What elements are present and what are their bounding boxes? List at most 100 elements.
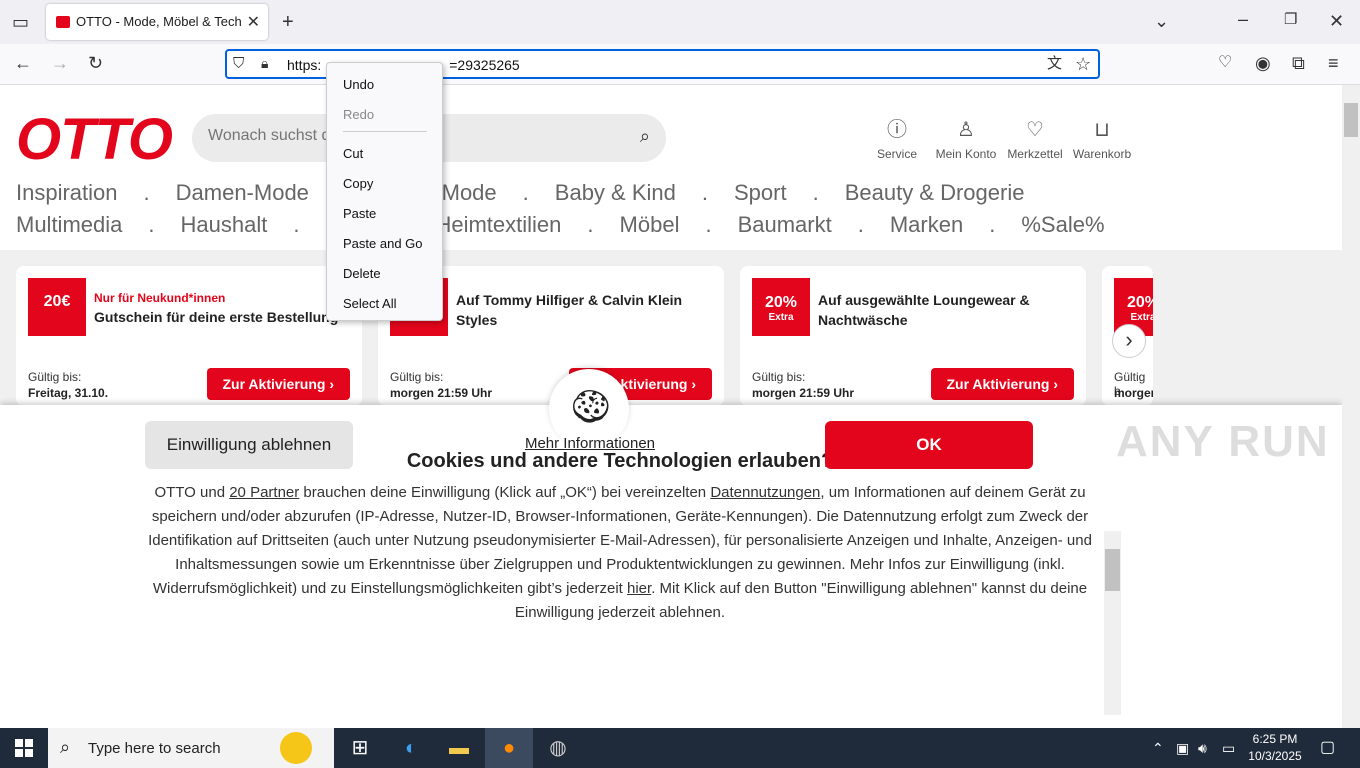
edge-icon[interactable]: ◐ bbox=[387, 728, 435, 768]
promo-carousel: 20€ Nur für Neukund*innen Gutschein für … bbox=[0, 250, 1342, 410]
promo-badge: 20€ bbox=[28, 278, 86, 336]
maximize-icon[interactable]: ❐ bbox=[1284, 12, 1297, 27]
app-icon[interactable]: ◍ bbox=[534, 728, 582, 768]
shield-icon[interactable]: ⛉ bbox=[233, 56, 244, 71]
clock[interactable]: 6:25 PM 10/3/2025 bbox=[1240, 731, 1310, 765]
back-icon[interactable]: ← bbox=[14, 54, 32, 72]
valid-label: Gültig bis: bbox=[390, 370, 444, 384]
menu-undo[interactable]: Undo bbox=[343, 77, 374, 92]
cookie-scrollbar[interactable] bbox=[1104, 531, 1121, 715]
nav-multimedia[interactable]: Multimedia bbox=[16, 212, 122, 238]
firefox-icon[interactable]: ● bbox=[485, 728, 533, 768]
forward-icon[interactable]: → bbox=[51, 54, 69, 72]
nav-baby-kind[interactable]: Baby & Kind bbox=[555, 180, 676, 206]
promo-card[interactable]: 20% Extra Auf ausgewählte Loungewear & Na… bbox=[740, 266, 1086, 406]
data-usage-link[interactable]: Datennutzungen bbox=[710, 484, 820, 501]
activate-button[interactable]: Zur Aktivierung › bbox=[930, 368, 1074, 400]
close-tab-icon[interactable]: ✕ bbox=[247, 12, 260, 32]
task-view-icon[interactable]: ⊞ bbox=[336, 728, 384, 768]
valid-value: morgen 21:59 Uhr bbox=[390, 386, 493, 400]
user-icon: ♙ bbox=[957, 119, 975, 141]
reload-icon[interactable]: ↻ bbox=[88, 54, 103, 72]
partner-link[interactable]: 20 Partner bbox=[229, 484, 299, 501]
info-icon: ⓘ bbox=[887, 119, 907, 141]
cart-link[interactable]: ⊔ Warenkorb bbox=[1067, 119, 1137, 161]
nav-marken[interactable]: Marken bbox=[890, 212, 963, 238]
weather-sun-icon bbox=[280, 732, 312, 764]
menu-copy[interactable]: Copy bbox=[343, 176, 373, 191]
nav-baumarkt[interactable]: Baumarkt bbox=[738, 212, 832, 238]
taskbar-search[interactable]: ⌕ Type here to search bbox=[48, 728, 334, 768]
category-nav-row-1: Inspiration.Damen-Mode.Herren-Mode.Baby … bbox=[16, 180, 1025, 206]
valid-label: Gültig bis: bbox=[28, 370, 82, 384]
menu-redo: Redo bbox=[343, 107, 375, 122]
minimize-icon[interactable]: – bbox=[1238, 10, 1248, 28]
menu-icon[interactable]: ≡ bbox=[1328, 54, 1339, 72]
network-icon[interactable]: ▣ bbox=[1176, 728, 1189, 768]
file-explorer-icon[interactable]: ▬ bbox=[435, 728, 483, 768]
bookmark-star-icon[interactable]: ☆ bbox=[1075, 55, 1091, 73]
wishlist-link[interactable]: ♡ Merkzettel bbox=[1000, 119, 1070, 161]
otto-logo[interactable]: OTTO bbox=[16, 111, 173, 169]
list-all-tabs-icon[interactable]: ⌄ bbox=[1154, 12, 1169, 30]
tab-list-icon[interactable]: ▭ bbox=[12, 13, 29, 31]
nav-moebel[interactable]: Möbel bbox=[620, 212, 680, 238]
otto-favicon bbox=[56, 16, 70, 28]
nav-damen-mode[interactable]: Damen-Mode bbox=[176, 180, 309, 206]
nav-beauty-drogerie[interactable]: Beauty & Drogerie bbox=[845, 180, 1025, 206]
extensions-icon[interactable]: ⧉ bbox=[1292, 54, 1305, 72]
close-window-icon[interactable]: ✕ bbox=[1329, 12, 1344, 30]
heart-icon: ♡ bbox=[1026, 119, 1044, 141]
taskbar-search-text: Type here to search bbox=[88, 740, 221, 757]
promo-headline: Auf Tommy Hilfiger & Calvin Klein Styles bbox=[456, 292, 683, 328]
promo-eyebrow: Nur für Neukund*innen bbox=[94, 291, 226, 305]
navigation-toolbar: ← → ↻ ⛉ 🔒︎ https: =29325265 文 ☆ ♡ ◉ ⧉ ≡ bbox=[0, 44, 1360, 85]
here-link[interactable]: hier bbox=[627, 580, 651, 597]
tab-title: OTTO - Mode, Möbel & Technik bbox=[76, 14, 242, 29]
nav-haushalt[interactable]: Haushalt bbox=[181, 212, 268, 238]
promo-badge: 20%Extra bbox=[752, 278, 810, 336]
service-link[interactable]: ⓘ Service bbox=[862, 119, 932, 161]
ok-button[interactable]: OK bbox=[825, 421, 1033, 469]
web-page: OTTO ⌕ ⓘ Service ♙ Mein Konto ♡ Merkzett… bbox=[0, 85, 1342, 728]
more-info-link[interactable]: Mehr Informationen bbox=[510, 435, 670, 452]
valid-value: morgen 21:59 Uhr bbox=[752, 386, 855, 400]
browser-tab[interactable]: OTTO - Mode, Möbel & Technik ✕ bbox=[46, 4, 268, 40]
menu-separator bbox=[343, 131, 427, 132]
start-button[interactable] bbox=[0, 728, 48, 768]
nav-heimtextilien[interactable]: Heimtextilien bbox=[435, 212, 561, 238]
account-icon[interactable]: ◉ bbox=[1255, 54, 1271, 72]
menu-delete[interactable]: Delete bbox=[343, 266, 381, 281]
account-link[interactable]: ♙ Mein Konto bbox=[931, 119, 1001, 161]
shopping-bag-icon: ⊔ bbox=[1094, 119, 1110, 141]
page-scrollbar[interactable] bbox=[1342, 85, 1360, 728]
chevron-right-icon: › bbox=[1125, 327, 1133, 352]
activate-button[interactable]: Zur Aktivierung › bbox=[206, 368, 350, 400]
search-icon: ⌕ bbox=[60, 737, 71, 757]
anyrun-watermark: ANY RUN bbox=[1116, 417, 1330, 466]
valid-label: Gültig bis: bbox=[752, 370, 806, 384]
tab-strip: ▭ OTTO - Mode, Möbel & Technik ✕ + ⌄ – ❐… bbox=[0, 0, 1360, 44]
menu-select-all[interactable]: Select All bbox=[343, 296, 396, 311]
pocket-icon[interactable]: ♡ bbox=[1218, 55, 1232, 71]
lock-icon[interactable]: 🔒︎ bbox=[261, 56, 268, 70]
decline-button[interactable]: Einwilligung ablehnen bbox=[145, 421, 353, 469]
volume-icon[interactable]: 🔊︎ bbox=[1198, 728, 1207, 768]
promo-headline: Auf ausgewählte Loungewear & Nachtwäsche bbox=[818, 292, 1030, 328]
search-icon[interactable]: ⌕ bbox=[640, 126, 650, 147]
menu-cut[interactable]: Cut bbox=[343, 146, 363, 161]
valid-value: Freitag, 31.10. bbox=[28, 386, 109, 400]
translate-icon[interactable]: 文 bbox=[1047, 56, 1062, 71]
taskbar: ⌕ Type here to search ⊞ ◐ ▬ ● ◍ ⌃ ▣ 🔊︎ ▭… bbox=[0, 728, 1360, 768]
promo-card[interactable]: 20€ Nur für Neukund*innen Gutschein für … bbox=[16, 266, 362, 406]
notification-icon[interactable]: ▢ bbox=[1320, 728, 1335, 768]
display-icon[interactable]: ▭ bbox=[1222, 728, 1235, 768]
carousel-next-button[interactable]: › bbox=[1112, 324, 1146, 358]
nav-sale[interactable]: %Sale% bbox=[1021, 212, 1104, 238]
new-tab-icon[interactable]: + bbox=[282, 12, 294, 32]
nav-inspiration[interactable]: Inspiration bbox=[16, 180, 118, 206]
tray-chevron-icon[interactable]: ⌃ bbox=[1152, 728, 1164, 768]
nav-sport[interactable]: Sport bbox=[734, 180, 787, 206]
menu-paste[interactable]: Paste bbox=[343, 206, 376, 221]
menu-paste-and-go[interactable]: Paste and Go bbox=[343, 236, 423, 251]
